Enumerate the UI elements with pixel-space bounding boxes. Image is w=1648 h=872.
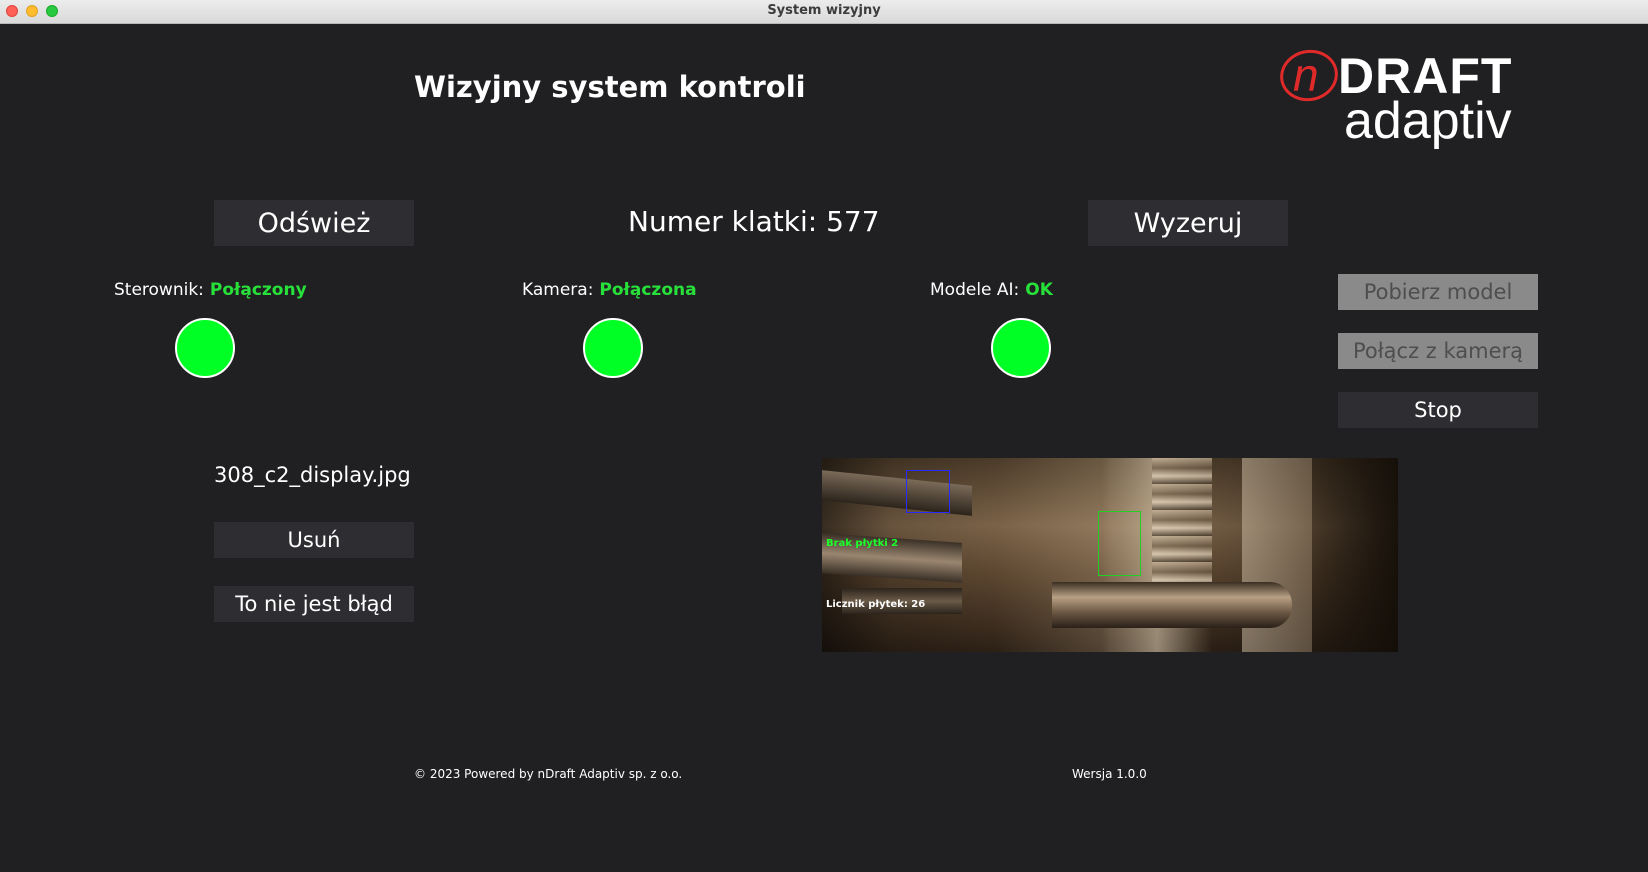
- stop-button[interactable]: Stop: [1338, 392, 1538, 428]
- footer-copyright: © 2023 Powered by nDraft Adaptiv sp. z o…: [414, 767, 683, 781]
- plate-counter-label: Licznik płytek: 26: [826, 599, 926, 610]
- frame-counter: Numer klatki: 577: [628, 205, 880, 238]
- detection-label: Brak płytki 2: [826, 538, 899, 549]
- logo-adaptiv-text: adaptiv: [1344, 92, 1512, 150]
- camera-preview: Brak płytki 2 Licznik płytek: 26: [822, 458, 1398, 652]
- refresh-button[interactable]: Odśwież: [214, 200, 414, 246]
- controller-status-label: Sterownik:: [114, 280, 204, 300]
- footer-version: Wersja 1.0.0: [1072, 767, 1147, 781]
- controller-status-value: Połączony: [209, 280, 307, 300]
- models-status: Modele AI: OK: [930, 280, 1053, 300]
- camera-status-indicator: [583, 318, 643, 378]
- logo-n-letter: n: [1293, 49, 1319, 101]
- reset-button[interactable]: Wyzeruj: [1088, 200, 1288, 246]
- models-status-value: OK: [1025, 280, 1053, 300]
- camera-status-value: Połączona: [599, 280, 697, 300]
- detection-box-green: [1098, 511, 1141, 576]
- page-title: Wizyjny system kontroli: [414, 70, 806, 104]
- camera-status-label: Kamera:: [522, 280, 594, 300]
- download-model-button[interactable]: Pobierz model: [1338, 274, 1538, 310]
- camera-scene-shadow: [1312, 458, 1398, 652]
- window-titlebar: System wizyjny: [0, 0, 1648, 24]
- controller-status: Sterownik: Połączony: [114, 280, 307, 300]
- company-logo: n DRAFT adaptiv: [1275, 44, 1530, 152]
- detection-filename: 308_c2_display.jpg: [214, 463, 411, 487]
- controller-status-indicator: [175, 318, 235, 378]
- delete-button[interactable]: Usuń: [214, 522, 414, 558]
- connect-camera-button[interactable]: Połącz z kamerą: [1338, 333, 1538, 369]
- camera-status: Kamera: Połączona: [522, 280, 697, 300]
- models-status-indicator: [991, 318, 1051, 378]
- detection-box-blue: [906, 470, 950, 513]
- camera-scene-pipe: [1052, 582, 1292, 628]
- not-error-button[interactable]: To nie jest błąd: [214, 586, 414, 622]
- camera-scene-chain: [1152, 458, 1212, 588]
- window-title: System wizyjny: [767, 3, 881, 18]
- models-status-label: Modele AI:: [930, 280, 1020, 300]
